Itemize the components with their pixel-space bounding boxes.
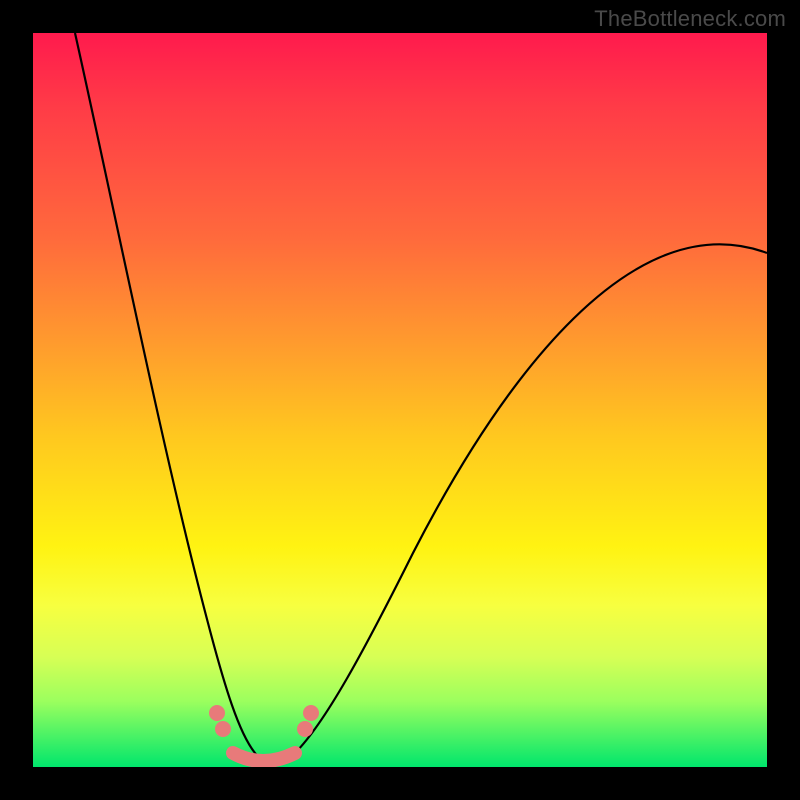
- chart-frame: TheBottleneck.com: [0, 0, 800, 800]
- marker-dot-right-upper: [303, 705, 319, 721]
- marker-dot-right-lower: [297, 721, 313, 737]
- plot-area: [33, 33, 767, 767]
- bottleneck-curve: [75, 33, 767, 762]
- marker-dot-left-upper: [209, 705, 225, 721]
- curve-layer: [33, 33, 767, 767]
- marker-dot-left-lower: [215, 721, 231, 737]
- watermark-text: TheBottleneck.com: [594, 6, 786, 32]
- highlight-band: [233, 753, 295, 761]
